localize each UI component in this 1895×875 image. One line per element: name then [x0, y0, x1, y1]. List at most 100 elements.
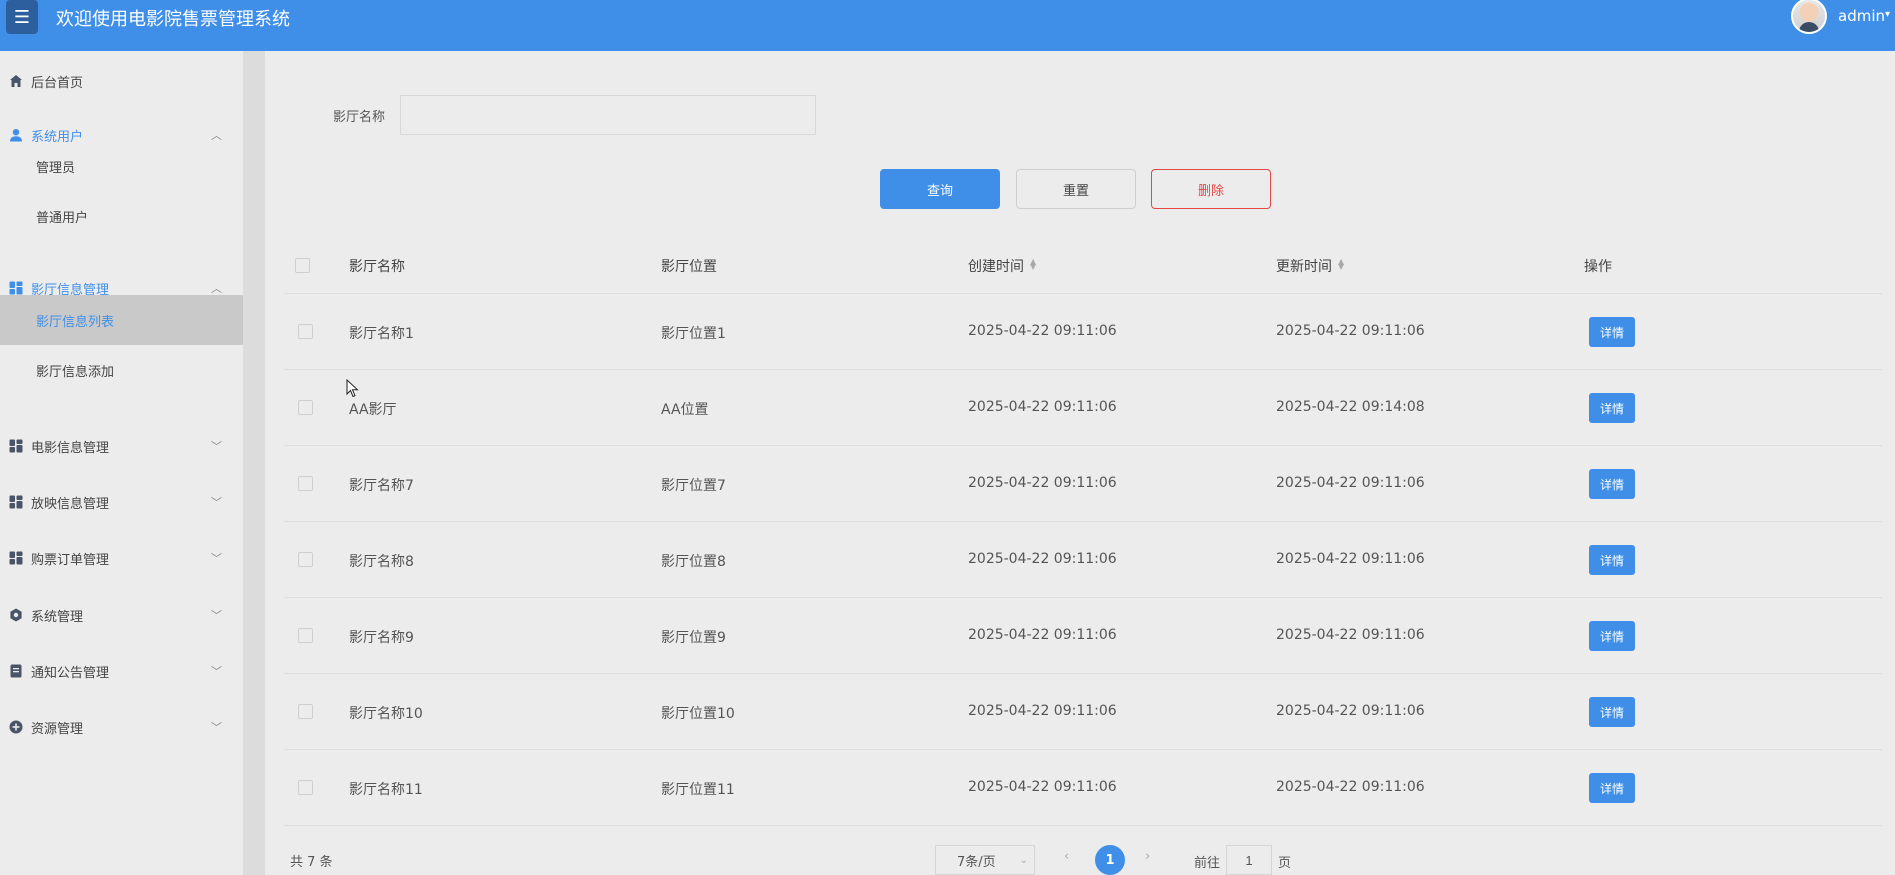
sidebar-item-label: 通知公告管理 [31, 665, 110, 681]
cell-created-time: 2025-04-22 09:11:06 [968, 703, 1117, 719]
column-header-actions: 操作 [1584, 259, 1612, 275]
sidebar-item-7[interactable]: 通知公告管理 ﹀ [0, 647, 243, 695]
hamburger-icon: ☰ [13, 6, 31, 28]
goto-label: 前往 [1194, 856, 1221, 871]
sidebar-subitem[interactable]: 管理员 [0, 141, 243, 191]
sidebar-item-8[interactable]: 资源管理 ﹀ [0, 703, 243, 751]
table-row: AA影厅 AA位置 2025-04-22 09:11:06 2025-04-22 09… [284, 370, 1882, 446]
column-header-created[interactable]: 创建时间 ▲ ▼ [968, 256, 1036, 276]
chevron-down-icon: ﹀ [211, 721, 222, 734]
detail-button[interactable]: 详情 [1589, 697, 1635, 727]
home-icon [8, 74, 23, 89]
reset-button[interactable]: 重置 [1016, 169, 1136, 209]
sidebar-gutter [243, 51, 265, 875]
chevron-down-icon: ﹀ [211, 665, 222, 678]
chevron-down-icon: ﹀ [211, 552, 222, 565]
sidebar-item-label: 后台首页 [31, 75, 84, 91]
gear-icon [8, 608, 23, 623]
avatar[interactable] [1791, 0, 1827, 34]
detail-button[interactable]: 详情 [1589, 469, 1635, 499]
sidebar-item-label: 电影信息管理 [31, 440, 110, 456]
mouse-cursor-icon [346, 379, 359, 398]
sidebar-subitem[interactable]: 影厅信息列表 [0, 295, 243, 345]
cell-hall-location: AA位置 [661, 402, 709, 418]
sidebar-item-0[interactable]: 后台首页 [0, 57, 243, 105]
prev-page-button[interactable]: ‹ [1064, 849, 1069, 864]
sidebar-subitem-label: 管理员 [36, 160, 76, 176]
row-checkbox[interactable] [298, 400, 313, 415]
table-row: 影厅名称9 影厅位置9 2025-04-22 09:11:06 2025-04-22 … [284, 598, 1882, 674]
cell-created-time: 2025-04-22 09:11:06 [968, 475, 1117, 491]
select-all-checkbox[interactable] [295, 258, 310, 273]
grid-icon [8, 439, 23, 454]
row-checkbox[interactable] [298, 476, 313, 491]
cell-hall-name: 影厅名称1 [349, 326, 414, 342]
cell-hall-name: AA影厅 [349, 402, 397, 418]
column-header-updated[interactable]: 更新时间 ▲ ▼ [1276, 256, 1344, 276]
sidebar-subitem[interactable]: 影厅信息添加 [0, 345, 243, 395]
chevron-down-icon: ⌄ [1019, 854, 1028, 866]
sidebar-item-3[interactable]: 电影信息管理 ﹀ [0, 422, 243, 470]
cell-hall-location: 影厅位置8 [661, 554, 726, 570]
detail-button[interactable]: 详情 [1589, 773, 1635, 803]
sidebar-item-label: 资源管理 [31, 721, 84, 737]
table-row: 影厅名称1 影厅位置1 2025-04-22 09:11:06 2025-04-22 … [284, 294, 1882, 370]
column-header-location: 影厅位置 [661, 259, 717, 275]
cell-created-time: 2025-04-22 09:11:06 [968, 551, 1117, 567]
cell-hall-location: 影厅位置9 [661, 630, 726, 646]
cell-created-time: 2025-04-22 09:11:06 [968, 627, 1117, 643]
query-button[interactable]: 查询 [880, 169, 1000, 209]
detail-button[interactable]: 详情 [1589, 621, 1635, 651]
sidebar-item-5[interactable]: 购票订单管理 ﹀ [0, 534, 243, 582]
cell-hall-name: 影厅名称9 [349, 630, 414, 646]
sidebar-item-6[interactable]: 系统管理 ﹀ [0, 591, 243, 639]
cell-updated-time: 2025-04-22 09:11:06 [1276, 475, 1425, 491]
chevron-down-icon: ﹀ [211, 440, 222, 453]
goto-page-input[interactable] [1226, 845, 1272, 875]
detail-button[interactable]: 详情 [1589, 317, 1635, 347]
page-size-select[interactable]: 7条/页 ⌄ [935, 845, 1035, 875]
cell-hall-name: 影厅名称11 [349, 782, 423, 798]
goto-suffix: 页 [1278, 856, 1292, 871]
sidebar-item-label: 放映信息管理 [31, 496, 110, 512]
chevron-down-icon: ﹀ [211, 496, 222, 509]
table-row: 影厅名称10 影厅位置10 2025-04-22 09:11:06 2025-04-2… [284, 674, 1882, 750]
detail-button[interactable]: 详情 [1589, 393, 1635, 423]
table-row: 影厅名称8 影厅位置8 2025-04-22 09:11:06 2025-04-22 … [284, 522, 1882, 598]
hall-name-search-input[interactable] [400, 95, 816, 135]
cell-created-time: 2025-04-22 09:11:06 [968, 399, 1117, 415]
delete-button[interactable]: 删除 [1151, 169, 1271, 209]
cell-hall-location: 影厅位置7 [661, 478, 726, 494]
sidebar-subitem-label: 影厅信息列表 [36, 314, 115, 330]
plus-circle-icon [8, 720, 23, 735]
next-page-button[interactable]: › [1145, 849, 1150, 864]
grid-icon [8, 495, 23, 510]
app-title: 欢迎使用电影院售票管理系统 [56, 9, 290, 30]
cell-updated-time: 2025-04-22 09:11:06 [1276, 323, 1425, 339]
cell-updated-time: 2025-04-22 09:11:06 [1276, 551, 1425, 567]
document-icon [8, 664, 23, 679]
sort-icon[interactable]: ▲ ▼ [1030, 258, 1036, 271]
table-header-row: 影厅名称 影厅位置 创建时间 ▲ ▼ 更新时间 ▲ ▼ 操作 [284, 240, 1882, 294]
cell-updated-time: 2025-04-22 09:11:06 [1276, 779, 1425, 795]
sidebar-subitem[interactable]: 普通用户 [0, 191, 243, 241]
row-checkbox[interactable] [298, 324, 313, 339]
hamburger-menu-button[interactable]: ☰ [6, 0, 38, 34]
row-checkbox[interactable] [298, 780, 313, 795]
user-name[interactable]: admin [1838, 7, 1885, 25]
row-checkbox[interactable] [298, 628, 313, 643]
sidebar-subitem-label: 影厅信息添加 [36, 364, 115, 380]
sidebar-item-4[interactable]: 放映信息管理 ﹀ [0, 478, 243, 526]
sidebar-subitem-label: 普通用户 [36, 210, 89, 226]
sort-icon[interactable]: ▲ ▼ [1338, 258, 1344, 271]
cell-hall-name: 影厅名称7 [349, 478, 414, 494]
grid-icon [8, 551, 23, 566]
row-checkbox[interactable] [298, 552, 313, 567]
detail-button[interactable]: 详情 [1589, 545, 1635, 575]
chevron-down-icon: ﹀ [211, 609, 222, 622]
row-checkbox[interactable] [298, 704, 313, 719]
user-caret-icon[interactable]: ▾ [1885, 9, 1890, 20]
cell-updated-time: 2025-04-22 09:11:06 [1276, 703, 1425, 719]
table-row: 影厅名称7 影厅位置7 2025-04-22 09:11:06 2025-04-22 … [284, 446, 1882, 522]
page-number-current[interactable]: 1 [1095, 845, 1125, 875]
